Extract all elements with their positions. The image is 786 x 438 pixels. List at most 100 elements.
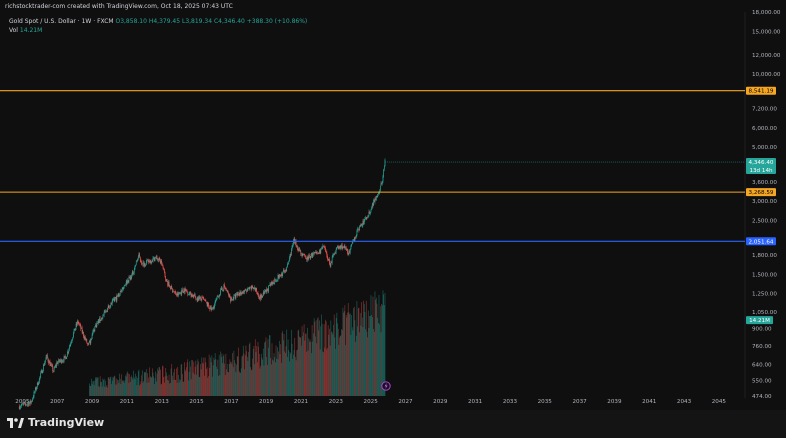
volume-bar: [345, 345, 346, 396]
volume-bar: [327, 347, 328, 396]
volume-bar: [149, 376, 151, 396]
volume-bar: [184, 369, 186, 396]
volume-bar: [182, 381, 184, 396]
candle-body: [72, 337, 74, 340]
candle-body: [368, 211, 370, 216]
candle-body: [201, 297, 203, 301]
candle-body: [337, 246, 338, 248]
candle-body: [384, 159, 386, 167]
candle-body: [322, 245, 324, 248]
volume-bar: [176, 368, 177, 396]
x-tick-label: 2015: [189, 399, 204, 405]
candle-body: [311, 253, 312, 257]
candle-body: [220, 288, 222, 290]
volume-bar: [250, 367, 251, 396]
volume-bar: [145, 369, 147, 396]
volume-bar: [95, 378, 97, 396]
candle-body: [135, 264, 136, 266]
candle-body: [213, 307, 215, 309]
candle-body: [234, 294, 235, 296]
volume-bar: [190, 366, 191, 396]
volume-bar: [91, 378, 92, 396]
event-marker[interactable]: [381, 381, 391, 391]
candle-body: [216, 295, 218, 298]
candle-body: [216, 297, 217, 301]
y-tick-label: 900.00: [752, 326, 772, 332]
candle-body: [339, 246, 340, 249]
candle-body: [333, 253, 335, 255]
volume-bar: [131, 375, 132, 396]
volume-bar: [257, 341, 259, 396]
candle-body: [207, 302, 209, 307]
volume-bar: [260, 353, 262, 396]
time-axis[interactable]: 2005 2007 2009 2011 2013 2015 2017 2019 2021 2023…: [15, 399, 726, 405]
volume-bar: [328, 334, 330, 396]
candle-body: [89, 340, 91, 344]
candle-body: [365, 217, 367, 220]
candle-body: [240, 291, 241, 295]
candle-body: [160, 260, 162, 264]
candle-body: [238, 293, 239, 295]
volume-bar: [337, 328, 339, 396]
volume-bar: [214, 353, 216, 396]
candle-body: [173, 291, 175, 293]
candle-body: [77, 320, 79, 324]
candle-body: [189, 291, 191, 294]
candle-body: [279, 274, 281, 276]
candle-body: [260, 295, 262, 300]
candle-body: [212, 307, 213, 309]
tradingview-logo[interactable]: TradingView: [7, 416, 104, 429]
candle-body: [305, 256, 307, 259]
volume-bar: [127, 373, 129, 396]
candle-body: [74, 328, 76, 331]
candle-body: [168, 281, 170, 286]
candle-body: [229, 294, 231, 298]
volume-bar: [368, 328, 370, 396]
candle-body: [82, 332, 84, 333]
volume-bar: [238, 347, 239, 396]
volume-bar: [197, 359, 199, 396]
candle-body: [116, 295, 118, 301]
volume-bar: [336, 312, 338, 396]
candle-body: [197, 296, 199, 301]
volume-bar: [99, 376, 101, 396]
volume-bar: [101, 386, 103, 396]
candle-body: [271, 281, 273, 285]
candle-body: [98, 320, 100, 324]
y-tick-label: 6,000.00: [752, 126, 777, 132]
volume-bar: [109, 377, 111, 396]
volume-bar: [196, 374, 197, 396]
volume-bar: [259, 368, 261, 396]
candle-body: [367, 216, 368, 218]
volume-bar: [89, 385, 91, 396]
symbol-title[interactable]: Gold Spot / U.S. Dollar · 1W · FXCM: [9, 18, 114, 25]
candle-body: [55, 365, 57, 366]
candle-body: [134, 265, 136, 270]
candle-body: [81, 327, 82, 329]
volume-bar: [342, 307, 344, 396]
candle-body: [125, 280, 127, 285]
y-tick-label: 640.00: [752, 362, 772, 368]
candle-body: [356, 230, 358, 236]
candle-body: [210, 305, 212, 310]
volume-bar: [359, 332, 360, 396]
candle-body: [114, 298, 116, 302]
volume-bar: [262, 348, 264, 396]
candle-body: [295, 241, 297, 247]
volume-bar: [244, 369, 245, 396]
price-chart[interactable]: 18,000.00 15,000.00 12,000.00 10,000.00 7,20…: [0, 0, 786, 438]
volume-bar: [278, 351, 280, 396]
x-tick-label: 2041: [642, 399, 657, 405]
candle-body: [276, 280, 278, 281]
candle-body: [34, 391, 35, 393]
y-tick-label: 5,000.00: [752, 145, 777, 151]
volume-bar: [115, 384, 116, 396]
volume-bar: [134, 379, 136, 396]
volume-bar: [346, 317, 348, 396]
candle-body: [121, 287, 123, 292]
candle-body: [193, 295, 195, 297]
volume-bar: [234, 363, 236, 396]
y-tick-label: 1,250.00: [752, 292, 777, 298]
volume-bar: [370, 295, 372, 396]
x-tick-label: 2025: [364, 399, 379, 405]
